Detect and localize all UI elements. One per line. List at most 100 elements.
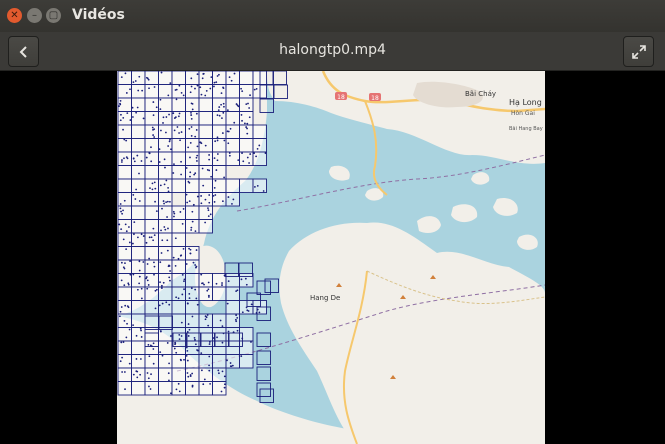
minimize-window-button[interactable]: – [27, 8, 42, 23]
grid-dot [121, 212, 124, 215]
grid-dot [223, 386, 226, 389]
grid-dot [216, 114, 219, 117]
grid-cell [171, 124, 186, 139]
grid-dot [188, 297, 191, 300]
grid-dot [147, 284, 150, 286]
grid-dot [163, 202, 165, 205]
grid-dot [138, 200, 141, 202]
grid-dot [189, 252, 192, 255]
grid-dot [213, 157, 216, 160]
grid-dot [167, 372, 170, 375]
grid-cell [225, 178, 240, 193]
grid-dot [125, 230, 128, 233]
grid-dot [172, 210, 175, 213]
grid-dot [169, 200, 171, 203]
grid-dot [185, 193, 188, 196]
grid-dot [175, 351, 178, 354]
grid-dot [162, 116, 165, 119]
grid-dot [196, 154, 199, 157]
grid-dot [203, 283, 205, 286]
grid-dot [165, 116, 168, 118]
grid-dot [189, 171, 192, 174]
video-file-title: halongtp0.mp4 [279, 42, 386, 58]
grid-dot [152, 348, 155, 350]
grid-dot [245, 126, 248, 128]
grid-dot [227, 142, 230, 145]
grid-dot [124, 304, 127, 307]
grid-dot [153, 265, 156, 268]
grid-dot [154, 187, 157, 190]
grid-dot [165, 201, 168, 204]
grid-cell [131, 219, 146, 234]
video-player-area[interactable]: 18 18 Bãi Cháy Hạ Long Hòn Gai Bãi Hang … [0, 71, 665, 444]
grid-dot [119, 119, 122, 122]
maximize-window-button[interactable]: ▢ [46, 8, 61, 23]
grid-dot [195, 129, 198, 131]
grid-dot [140, 329, 142, 332]
grid-dot [196, 303, 199, 306]
grid-dot [150, 373, 152, 376]
grid-dot [137, 89, 140, 92]
grid-dot [180, 173, 183, 176]
grid-cell [144, 354, 159, 369]
grid-cell [212, 354, 227, 369]
grid-dot [155, 288, 158, 291]
grid-dot [135, 188, 138, 191]
grid-cell [158, 205, 173, 220]
grid-dot [173, 212, 176, 215]
grid-dot [200, 352, 203, 355]
grid-cell [117, 246, 132, 261]
grid-dot [194, 135, 197, 138]
grid-dot [129, 260, 132, 262]
fullscreen-button[interactable] [623, 36, 654, 67]
grid-dot [234, 318, 237, 321]
close-window-button[interactable]: ✕ [7, 8, 22, 23]
grid-dot [240, 87, 242, 90]
grid-dot [163, 158, 166, 161]
grid-dot [174, 264, 177, 267]
grid-dot [190, 77, 193, 80]
grid-dot [150, 160, 153, 163]
grid-dot [160, 252, 163, 254]
grid-dot [180, 160, 182, 163]
grid-dot [262, 190, 265, 192]
grid-dot [179, 211, 182, 213]
grid-dot [254, 186, 256, 188]
grid-cell [212, 286, 227, 301]
grid-dot [159, 98, 162, 101]
grid-dot [245, 283, 248, 286]
grid-dot [190, 287, 193, 290]
grid-dot [163, 226, 166, 228]
grid-cell [144, 165, 159, 180]
grid-cell [239, 71, 254, 85]
grid-dot [240, 355, 243, 358]
grid-dot [192, 203, 195, 206]
grid-dot [208, 194, 211, 196]
grid-cell [131, 138, 146, 153]
grid-dot [123, 371, 126, 373]
grid-dot [128, 226, 130, 228]
grid-cell [117, 232, 132, 247]
grid-cell [185, 381, 200, 396]
grid-dot [182, 94, 185, 97]
grid-cell [198, 178, 213, 193]
grid-dot [229, 127, 232, 130]
grid-dot [167, 227, 169, 230]
grid-dot [190, 226, 193, 229]
grid-dot [123, 267, 126, 270]
grid-dot [133, 221, 136, 224]
grid-dot [249, 153, 252, 155]
grid-dot [236, 316, 239, 319]
grid-dot [159, 184, 162, 187]
grid-dot [142, 235, 145, 237]
grid-dot [140, 233, 143, 236]
grid-dot [121, 356, 124, 359]
grid-dot [164, 166, 166, 169]
grid-dot [214, 194, 217, 196]
grid-dot [194, 343, 197, 346]
grid-dot [204, 221, 207, 224]
grid-dot [194, 172, 197, 175]
grid-dot [196, 160, 198, 162]
grid-dot [152, 239, 155, 242]
grid-dot [220, 92, 223, 94]
